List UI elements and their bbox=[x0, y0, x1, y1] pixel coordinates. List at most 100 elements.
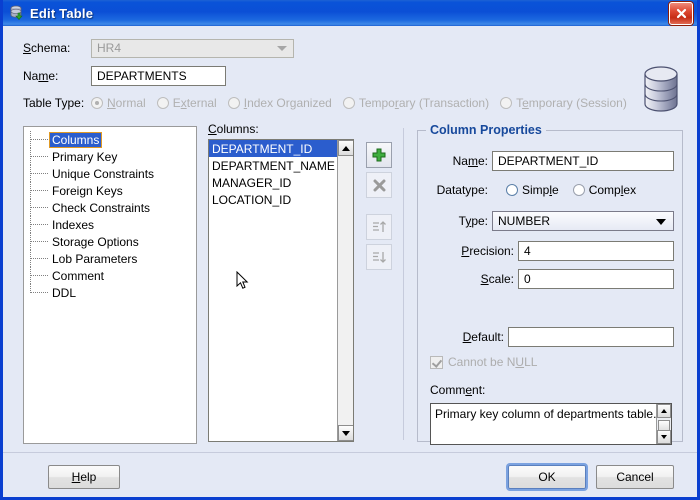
radio-temporary-session-indicator bbox=[500, 97, 513, 109]
schema-value: HR4 bbox=[97, 41, 122, 55]
column-name: DEPARTMENT_ID bbox=[212, 141, 313, 156]
tree-item-unique-constraints[interactable]: Unique Constraints bbox=[24, 165, 196, 182]
radio-temporary-session[interactable]: Temporary (Session) bbox=[500, 96, 627, 110]
radio-normal-indicator bbox=[91, 97, 103, 109]
column-name-input[interactable]: DEPARTMENT_ID bbox=[492, 151, 674, 171]
scale-label: Scale: bbox=[480, 272, 514, 286]
default-label: Default: bbox=[462, 330, 504, 344]
columns-list[interactable]: DEPARTMENT_ID DEPARTMENT_NAME MANAGER_ID… bbox=[208, 139, 354, 442]
tree-item-foreign-keys[interactable]: Foreign Keys bbox=[24, 182, 196, 199]
tree-item-primary-key[interactable]: Primary Key bbox=[24, 148, 196, 165]
comment-scrollbar[interactable] bbox=[656, 404, 671, 444]
radio-index-organized-label: Index Organized bbox=[243, 96, 332, 110]
precision-value: 4 bbox=[524, 244, 531, 258]
radio-temporary-session-label: Temporary (Session) bbox=[516, 96, 627, 110]
column-name: DEPARTMENT_NAME bbox=[212, 158, 335, 173]
ok-button[interactable]: OK bbox=[508, 465, 586, 489]
tree-connector bbox=[30, 139, 48, 141]
object-tree[interactable]: Columns Primary Key Unique Constraints F… bbox=[23, 126, 197, 444]
tree-item-check-constraints[interactable]: Check Constraints bbox=[24, 199, 196, 216]
column-name: MANAGER_ID bbox=[212, 175, 292, 190]
columns-scrollbar[interactable] bbox=[337, 140, 353, 441]
tree-item-ddl[interactable]: DDL bbox=[24, 284, 196, 301]
tree-connector bbox=[30, 275, 48, 277]
radio-index-organized-indicator bbox=[227, 97, 240, 109]
tree-connector bbox=[30, 156, 48, 158]
scroll-up-arrow-icon[interactable] bbox=[657, 404, 671, 418]
tree-item-columns[interactable]: Columns bbox=[24, 131, 196, 148]
move-column-up-button[interactable] bbox=[366, 214, 392, 240]
cannot-be-null-label: Cannot be NULL bbox=[448, 355, 538, 369]
default-input[interactable] bbox=[508, 327, 674, 347]
datatype-label: Datatype: bbox=[436, 183, 488, 197]
move-column-down-button[interactable] bbox=[366, 244, 392, 270]
radio-index-organized[interactable]: Index Organized bbox=[227, 96, 332, 110]
schema-row: Schema: HR4 bbox=[3, 36, 697, 60]
remove-column-button[interactable] bbox=[366, 172, 392, 198]
cancel-button-label: Cancel bbox=[616, 470, 654, 484]
list-item[interactable]: DEPARTMENT_ID bbox=[209, 140, 341, 157]
scroll-up-arrow-icon[interactable] bbox=[338, 140, 353, 156]
radio-external[interactable]: External bbox=[156, 96, 217, 110]
list-item[interactable]: DEPARTMENT_NAME bbox=[209, 157, 353, 174]
precision-label: Precision: bbox=[461, 244, 514, 258]
title-bar: Edit Table bbox=[3, 0, 697, 26]
move-down-icon bbox=[373, 252, 386, 263]
precision-input[interactable]: 4 bbox=[518, 241, 674, 261]
radio-normal[interactable]: Normal bbox=[91, 96, 146, 110]
add-column-button[interactable] bbox=[366, 142, 392, 168]
radio-temporary-transaction-indicator bbox=[342, 97, 355, 109]
cancel-button[interactable]: Cancel bbox=[596, 465, 674, 489]
edit-table-dialog: Edit Table Schema: HR4 Name: DEPARTMENTS… bbox=[0, 0, 700, 500]
scale-input[interactable]: 0 bbox=[518, 269, 674, 289]
cannot-be-null-checkbox[interactable] bbox=[430, 355, 443, 369]
column-name-value: DEPARTMENT_ID bbox=[498, 154, 599, 168]
radio-external-label: External bbox=[172, 96, 217, 110]
radio-temporary-transaction[interactable]: Temporary (Transaction) bbox=[342, 96, 490, 110]
type-row: Type: NUMBER bbox=[430, 211, 674, 231]
tree-item-label: Storage Options bbox=[52, 234, 139, 249]
move-up-icon bbox=[373, 221, 386, 232]
column-properties-legend: Column Properties bbox=[426, 123, 546, 137]
list-item[interactable]: MANAGER_ID bbox=[209, 174, 353, 191]
comment-textarea[interactable]: Primary key column of departments table. bbox=[430, 403, 672, 445]
tree-connector bbox=[30, 292, 48, 294]
plus-icon bbox=[372, 148, 386, 162]
tree-item-storage-options[interactable]: Storage Options bbox=[24, 233, 196, 250]
tree-item-comment[interactable]: Comment bbox=[24, 267, 196, 284]
radio-complex[interactable]: Complex bbox=[572, 183, 636, 197]
type-select[interactable]: NUMBER bbox=[492, 211, 674, 231]
main-panels: Columns Primary Key Unique Constraints F… bbox=[3, 122, 697, 447]
tree-item-label: Primary Key bbox=[52, 149, 118, 164]
x-icon bbox=[373, 179, 385, 191]
tree-connector bbox=[30, 190, 48, 192]
comment-label-row: Comment: bbox=[430, 383, 485, 397]
tree-item-label: Foreign Keys bbox=[52, 183, 123, 198]
tree-item-indexes[interactable]: Indexes bbox=[24, 216, 196, 233]
column-name-label: Name: bbox=[452, 154, 488, 168]
table-name-input[interactable]: DEPARTMENTS bbox=[91, 66, 226, 86]
tree-item-label: Comment bbox=[52, 268, 105, 283]
type-value: NUMBER bbox=[498, 214, 551, 228]
help-button[interactable]: Help bbox=[48, 465, 120, 489]
scale-row: Scale: 0 bbox=[430, 269, 674, 289]
property-name-row: Name: DEPARTMENT_ID bbox=[430, 151, 674, 171]
radio-temporary-transaction-label: Temporary (Transaction) bbox=[358, 96, 490, 110]
tree-item-label: Lob Parameters bbox=[52, 251, 138, 266]
cannot-be-null-row[interactable]: Cannot be NULL bbox=[430, 355, 537, 369]
database-cylinder-icon bbox=[641, 66, 681, 112]
radio-simple[interactable]: Simple bbox=[506, 183, 559, 197]
radio-complex-indicator bbox=[572, 184, 585, 196]
list-item[interactable]: LOCATION_ID bbox=[209, 191, 353, 208]
schema-select[interactable]: HR4 bbox=[91, 38, 294, 58]
scroll-down-arrow-icon[interactable] bbox=[338, 425, 353, 441]
ok-button-label: OK bbox=[538, 470, 556, 484]
close-icon[interactable] bbox=[669, 2, 693, 25]
tree-item-label: Unique Constraints bbox=[52, 166, 155, 181]
scale-value: 0 bbox=[524, 272, 531, 286]
columns-list-label: Columns: bbox=[208, 122, 259, 136]
scroll-down-arrow-icon[interactable] bbox=[657, 430, 671, 444]
table-name-label: Name: bbox=[23, 69, 59, 83]
tree-item-lob-parameters[interactable]: Lob Parameters bbox=[24, 250, 196, 267]
datatype-row: Datatype: Simple Complex bbox=[430, 183, 636, 197]
